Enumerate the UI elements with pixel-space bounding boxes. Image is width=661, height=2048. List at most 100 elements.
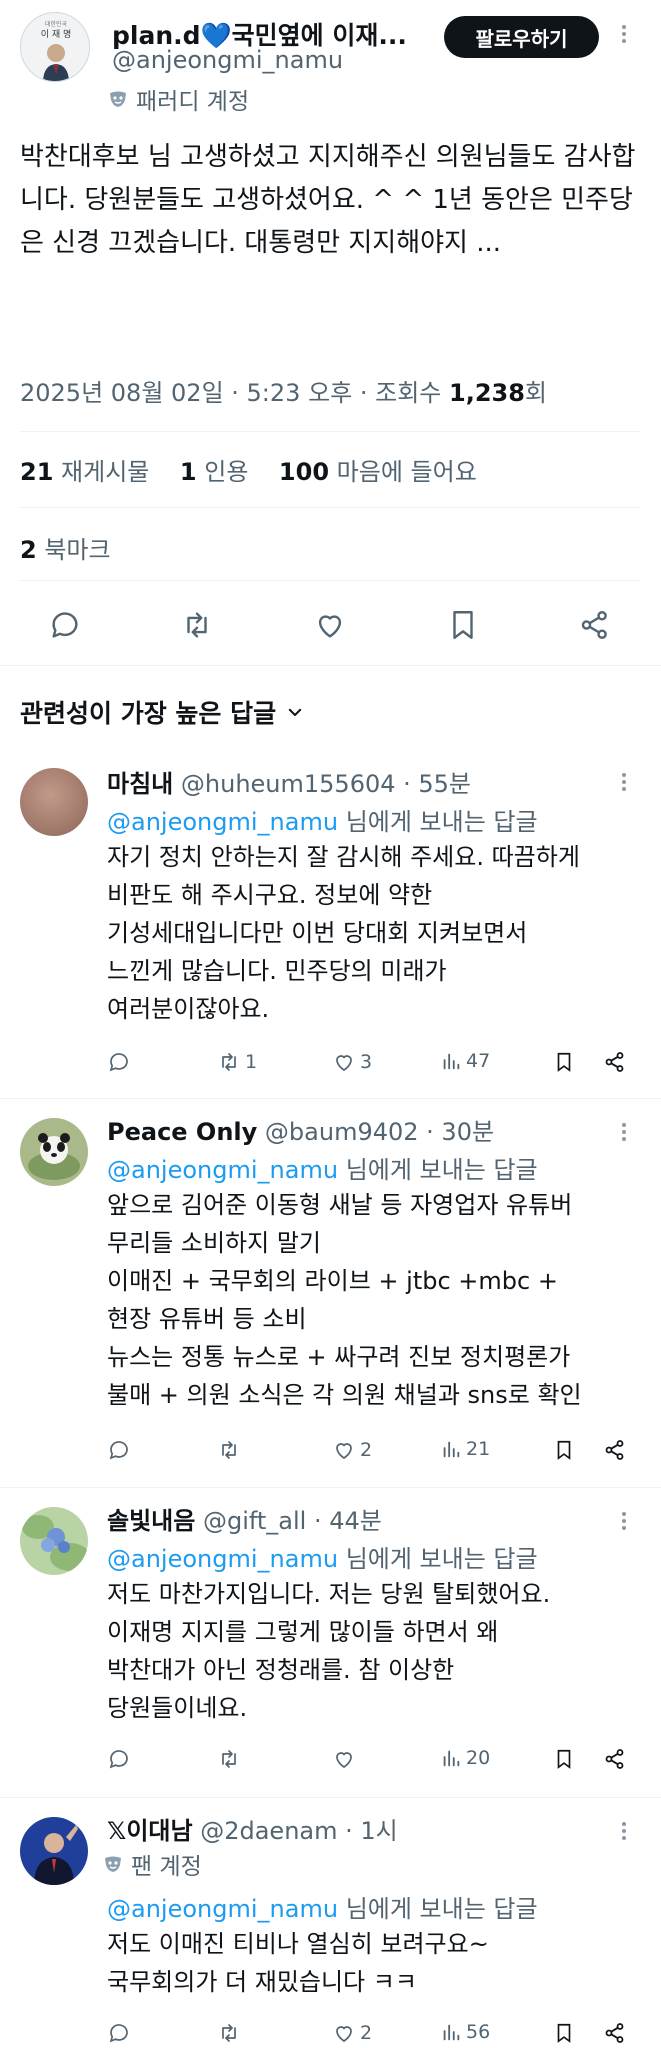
bookmark-icon[interactable]: [553, 2021, 575, 2045]
divider: [0, 1098, 661, 1099]
bookmark-icon[interactable]: [553, 1438, 575, 1462]
more-options-icon[interactable]: [622, 1819, 626, 1843]
avatar-text: 이 재 명: [41, 29, 72, 40]
reply-to-line: @anjeongmi_namu 님에게 보내는 답글: [107, 802, 538, 837]
like-icon[interactable]: [313, 608, 347, 642]
views-button[interactable]: 20: [440, 1747, 490, 1769]
retweet-button[interactable]: [217, 1747, 245, 1771]
bookmark-icon[interactable]: [553, 1747, 575, 1771]
tweet-action-bar: [0, 600, 661, 650]
reply-action-bar: 1 3 47: [107, 1050, 637, 1084]
tweet-timestamp[interactable]: 2025년 08월 02일 · 5:23 오후 · 조회수: [20, 379, 441, 407]
more-options-icon[interactable]: [622, 22, 626, 46]
reply-sort-label: 관련성이 가장 높은 답글: [20, 699, 277, 728]
reply-icon[interactable]: [48, 608, 82, 642]
reply-handle-time[interactable]: @2daenam · 1시: [200, 1817, 398, 1845]
retweet-icon[interactable]: [180, 608, 214, 642]
like-button[interactable]: 2: [332, 1438, 372, 1462]
more-options-icon[interactable]: [622, 1120, 626, 1144]
reply-text: 저도 마찬가지입니다. 저는 당원 탈퇴했어요. 이재명 지지를 그렇게 많이들…: [107, 1580, 551, 1722]
svg-text:대한민국: 대한민국: [45, 20, 68, 28]
reply-action-bar: 20: [107, 1747, 637, 1781]
reply-header: 𝕏이대남 @2daenam · 1시: [107, 1811, 398, 1846]
avatar[interactable]: [20, 1507, 88, 1575]
reply-header: 솔빛내음 @gift_all · 44분: [107, 1501, 382, 1536]
share-icon[interactable]: [603, 1438, 627, 1462]
fan-account-label: 팬 계정: [131, 1854, 202, 1880]
avatar[interactable]: [20, 768, 88, 836]
quote-stat[interactable]: 1 인용: [180, 458, 249, 486]
reply-to-handle[interactable]: @anjeongmi_namu: [107, 808, 338, 836]
reply-item[interactable]: Peace Only @baum9402 · 30분 @anjeongmi_na…: [0, 1108, 661, 1488]
reply-text: 자기 정치 안하는지 잘 감시해 주세요. 따끔하게 비판도 해 주시구요. 정…: [107, 843, 580, 1023]
parody-label: 패러디 계정: [136, 89, 250, 115]
reply-to-line: @anjeongmi_namu 님에게 보내는 답글: [107, 1889, 538, 1924]
reply-handle-time[interactable]: @huheum155604 · 55분: [181, 770, 471, 798]
reply-to-label: 님에게 보내는 답글: [345, 808, 538, 836]
retweet-button[interactable]: 1: [217, 1050, 257, 1074]
avatar[interactable]: [20, 1817, 88, 1885]
share-icon[interactable]: [603, 2021, 627, 2045]
like-count: 3: [360, 1051, 373, 1073]
retweet-count: 1: [245, 1051, 258, 1073]
reply-handle-time[interactable]: @gift_all · 44분: [203, 1507, 382, 1535]
view-count: 1,238: [449, 379, 525, 407]
reply-to-handle[interactable]: @anjeongmi_namu: [107, 1895, 338, 1923]
reply-to-line: @anjeongmi_namu 님에게 보내는 답글: [107, 1150, 538, 1185]
reply-icon[interactable]: [107, 1747, 131, 1771]
fan-account-badge: 팬 계정: [103, 1847, 202, 1881]
author-handle[interactable]: @anjeongmi_namu: [112, 46, 343, 74]
like-button[interactable]: 2: [332, 2021, 372, 2045]
retweet-button[interactable]: [217, 2021, 245, 2045]
share-icon[interactable]: [603, 1747, 627, 1771]
reply-action-bar: 2 21: [107, 1438, 637, 1472]
like-button[interactable]: [332, 1747, 360, 1771]
chevron-down-icon: [286, 703, 304, 721]
like-count: 2: [360, 2022, 373, 2044]
view-unit: 회: [524, 379, 548, 407]
like-button[interactable]: 3: [332, 1050, 372, 1074]
more-options-icon[interactable]: [622, 1509, 626, 1533]
reply-author-name[interactable]: 솔빛내음: [107, 1507, 195, 1535]
reply-sort-dropdown[interactable]: 관련성이 가장 높은 답글: [20, 694, 304, 730]
views-button[interactable]: 47: [440, 1050, 490, 1072]
more-options-icon[interactable]: [622, 770, 626, 794]
divider: [20, 431, 640, 432]
share-icon[interactable]: [603, 1050, 627, 1074]
tweet-text: 박찬대후보 님 고생하셨고 지지해주신 의원님들도 감사합니다. 당원분들도 고…: [20, 142, 636, 258]
reply-author-name[interactable]: 𝕏이대남: [107, 1817, 193, 1845]
reply-handle-time[interactable]: @baum9402 · 30분: [265, 1118, 494, 1146]
like-count: 2: [360, 1439, 373, 1461]
reply-item[interactable]: 솔빛내음 @gift_all · 44분 @anjeongmi_namu 님에게…: [0, 1497, 661, 1797]
bookmark-stat[interactable]: 2 북마크: [20, 530, 111, 565]
parody-account-badge: 패러디 계정: [108, 82, 249, 116]
divider: [20, 580, 640, 581]
retweet-stat[interactable]: 21 재게시물: [20, 458, 149, 486]
bookmark-icon[interactable]: [553, 1050, 575, 1074]
reply-icon[interactable]: [107, 1438, 131, 1462]
reply-item[interactable]: 𝕏이대남 @2daenam · 1시 팬 계정 @anjeongmi_namu …: [0, 1807, 661, 2048]
reply-icon[interactable]: [107, 2021, 131, 2045]
retweet-button[interactable]: [217, 1438, 245, 1462]
divider: [20, 507, 640, 508]
author-avatar[interactable]: 대한민국 이 재 명: [20, 12, 90, 82]
view-count: 56: [466, 2021, 491, 2043]
follow-button[interactable]: 팔로우하기: [444, 16, 599, 58]
reply-item[interactable]: 마침내 @huheum155604 · 55분 @anjeongmi_namu …: [0, 758, 661, 1098]
like-stat[interactable]: 100 마음에 들어요: [279, 458, 477, 486]
reply-to-handle[interactable]: @anjeongmi_namu: [107, 1545, 338, 1573]
views-button[interactable]: 56: [440, 2021, 490, 2043]
reply-author-name[interactable]: Peace Only: [107, 1118, 257, 1146]
reply-author-name[interactable]: 마침내: [107, 770, 173, 798]
reply-icon[interactable]: [107, 1050, 131, 1074]
share-icon[interactable]: [578, 608, 612, 642]
reply-header: Peace Only @baum9402 · 30분: [107, 1112, 494, 1147]
reply-to-handle[interactable]: @anjeongmi_namu: [107, 1156, 338, 1184]
views-button[interactable]: 21: [440, 1438, 490, 1460]
reply-text: 저도 이매진 티비나 열심히 보려구요~ 국무회의가 더 재밌습니다 ㅋㅋ: [107, 1930, 489, 1996]
divider: [0, 665, 661, 666]
mask-icon: [108, 89, 128, 109]
reply-to-label: 님에게 보내는 답글: [345, 1895, 538, 1923]
avatar[interactable]: [20, 1118, 88, 1186]
bookmark-icon[interactable]: [446, 608, 480, 642]
